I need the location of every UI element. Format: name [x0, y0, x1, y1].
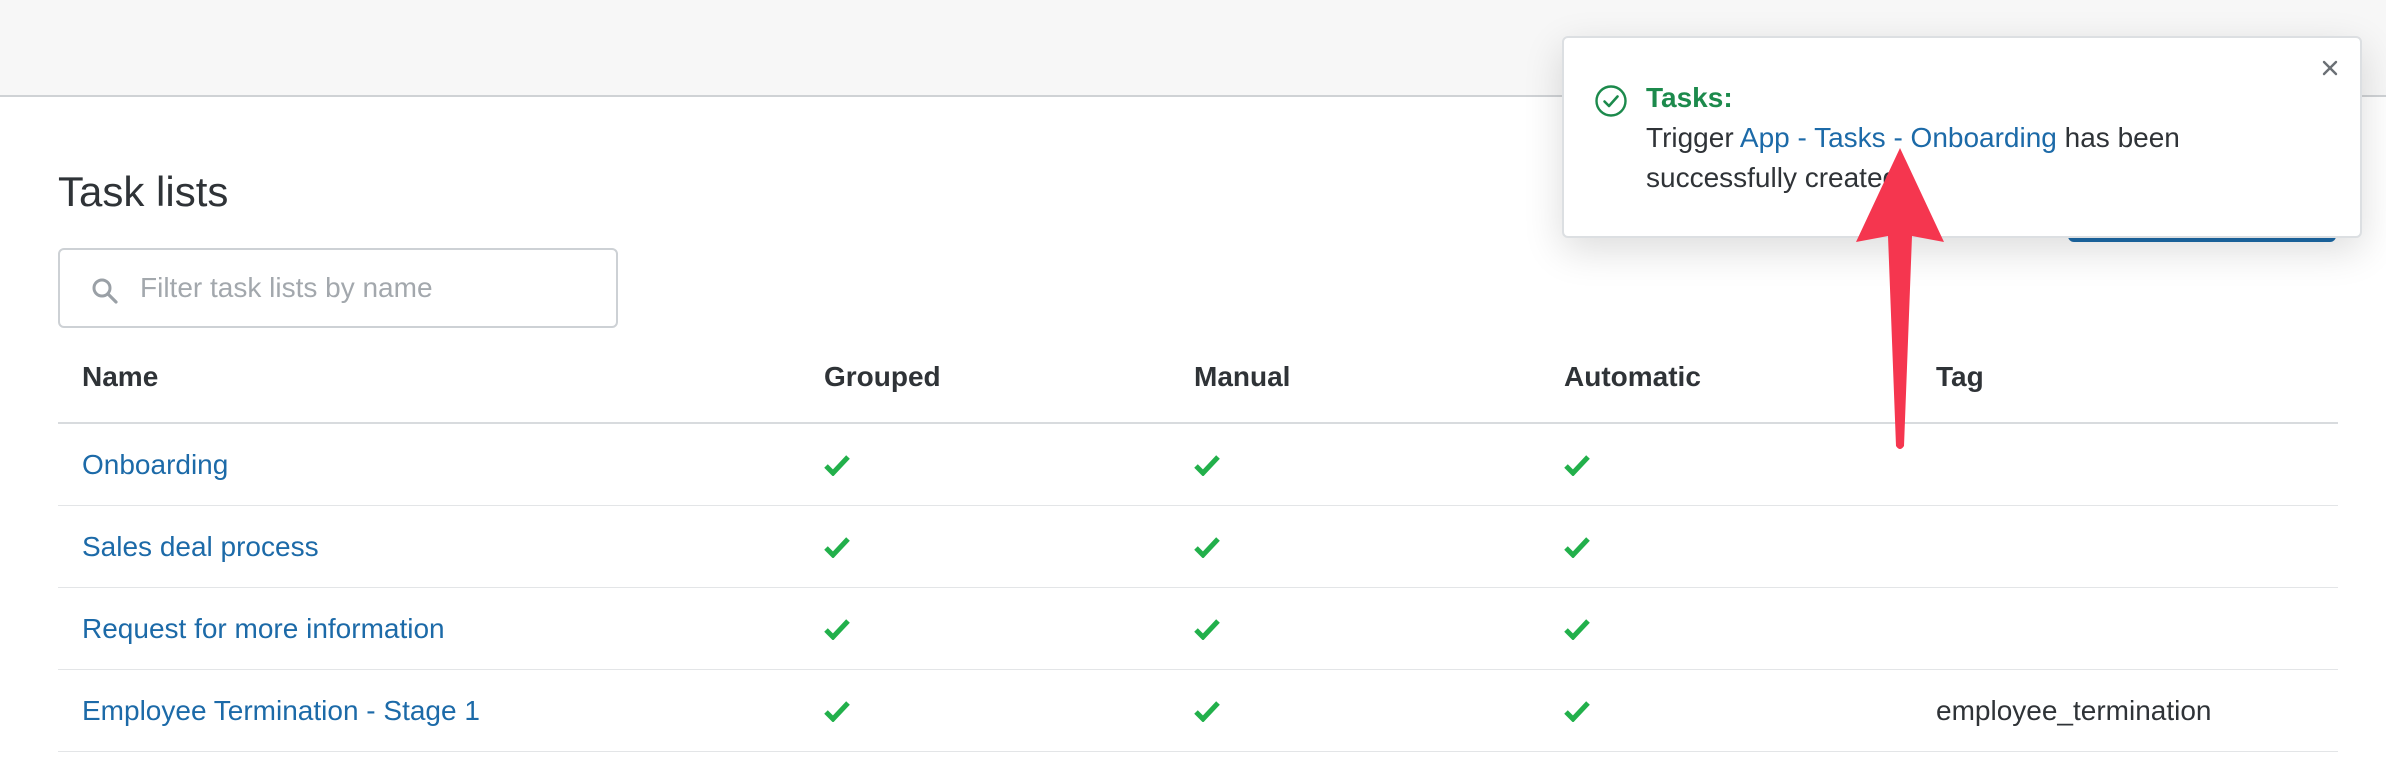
grouped-check-icon — [824, 455, 850, 476]
grouped-check-icon — [824, 619, 850, 640]
task-lists-table: Name Grouped Manual Automatic Tag Onboar… — [58, 340, 2338, 752]
automatic-check-icon — [1564, 619, 1590, 640]
task-list-link[interactable]: Employee Termination - Stage 1 — [82, 694, 480, 728]
search-box[interactable] — [58, 248, 618, 328]
close-icon[interactable] — [2316, 54, 2344, 82]
automatic-check-icon — [1564, 455, 1590, 476]
manual-check-icon — [1194, 537, 1220, 558]
page-title: Task lists — [58, 168, 229, 215]
column-header-name[interactable]: Name — [82, 360, 158, 394]
manual-check-icon — [1194, 619, 1220, 640]
search-input[interactable] — [140, 252, 600, 324]
manual-check-icon — [1194, 455, 1220, 476]
table-row: Employee Termination - Stage 1 employee_… — [58, 670, 2338, 752]
table-row: Sales deal process — [58, 506, 2338, 588]
success-toast: Tasks: Trigger App - Tasks - Onboarding … — [1562, 36, 2362, 238]
annotation-arrow-icon — [1856, 148, 1944, 449]
table-row: Request for more information — [58, 588, 2338, 670]
column-header-automatic[interactable]: Automatic — [1564, 360, 1701, 394]
table-row: Onboarding — [58, 424, 2338, 506]
task-list-link[interactable]: Request for more information — [82, 612, 445, 646]
toast-message: Trigger App - Tasks - Onboarding has bee… — [1646, 118, 2326, 198]
search-icon — [92, 278, 118, 304]
column-header-manual[interactable]: Manual — [1194, 360, 1290, 394]
manual-check-icon — [1194, 701, 1220, 722]
tag-value: employee_termination — [1936, 695, 2212, 726]
table-header: Name Grouped Manual Automatic Tag — [58, 340, 2338, 424]
task-list-link[interactable]: Sales deal process — [82, 530, 319, 564]
automatic-check-icon — [1564, 701, 1590, 722]
grouped-check-icon — [824, 537, 850, 558]
task-list-link[interactable]: Onboarding — [82, 448, 228, 482]
grouped-check-icon — [824, 701, 850, 722]
toast-message-prefix: Trigger — [1646, 122, 1740, 153]
toast-title: Tasks: — [1646, 82, 1733, 113]
check-circle-icon — [1595, 85, 1627, 117]
column-header-grouped[interactable]: Grouped — [824, 360, 941, 394]
automatic-check-icon — [1564, 537, 1590, 558]
